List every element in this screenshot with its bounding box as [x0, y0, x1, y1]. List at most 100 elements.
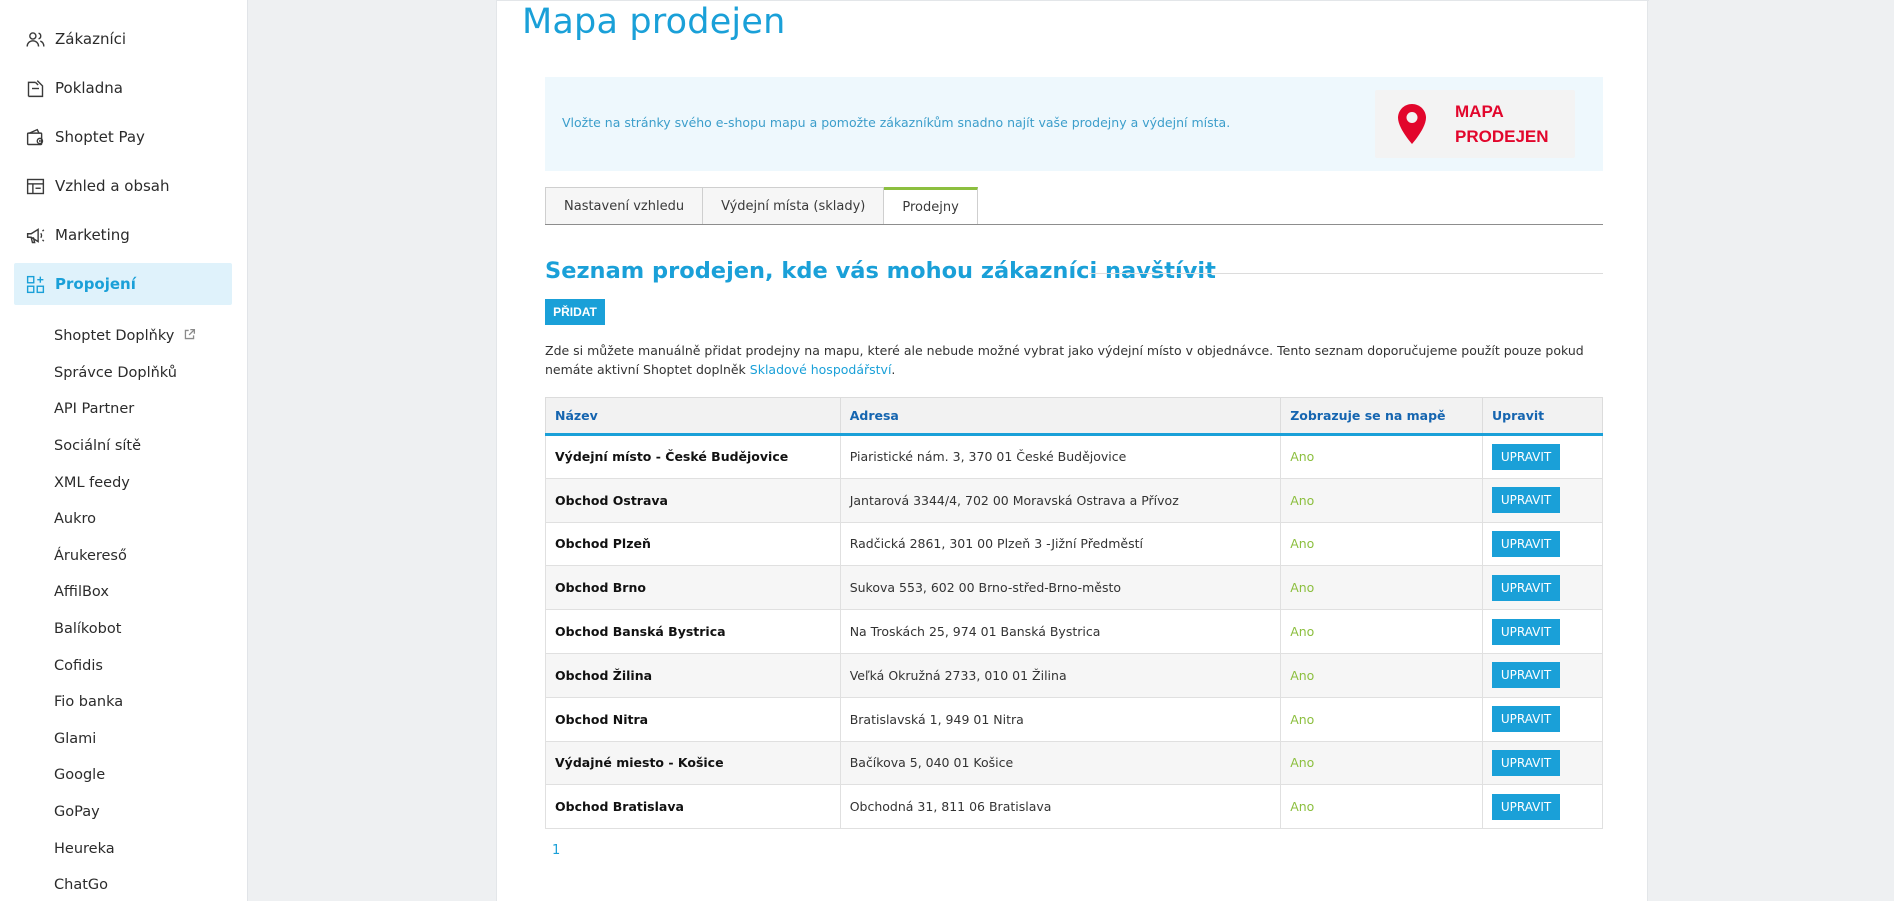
- sidebar-subitem-affilbox[interactable]: AffilBox: [54, 574, 244, 611]
- tab-nastaveni-vzhledu[interactable]: Nastavení vzhledu: [545, 187, 704, 224]
- store-edit-cell: UPRAVIT: [1482, 565, 1603, 611]
- sidebar-item-label: Pokladna: [55, 79, 123, 97]
- sidebar-item-marketing[interactable]: Marketing: [14, 214, 232, 256]
- store-name: Obchod Ostrava: [545, 477, 841, 523]
- section-divider: [1089, 273, 1603, 274]
- sidebar: Zákazníci Pokladna Shoptet Pay Vzhled a …: [0, 0, 248, 901]
- stores-table: Název Adresa Zobrazuje se na mapě Upravi…: [545, 397, 1603, 830]
- store-address: Na Troskách 25, 974 01 Banská Bystrica: [839, 609, 1282, 654]
- column-header-on-map[interactable]: Zobrazuje se na mapě: [1280, 397, 1484, 436]
- divider: [497, 0, 1649, 1]
- sidebar-item-vzhled-a-obsah[interactable]: Vzhled a obsah: [14, 165, 232, 207]
- sidebar-subitem-api-partner[interactable]: API Partner: [54, 391, 244, 428]
- info-banner: Vložte na stránky svého e-shopu mapu a p…: [545, 77, 1603, 171]
- store-name: Obchod Plzeň: [545, 521, 841, 567]
- edit-button[interactable]: UPRAVIT: [1492, 662, 1561, 689]
- tab-prodejny[interactable]: Prodejny: [884, 187, 978, 224]
- main-panel: Mapa prodejen Vložte na stránky svého e-…: [496, 0, 1649, 901]
- tab-vydejni-mista[interactable]: Výdejní místa (sklady): [703, 187, 885, 224]
- sidebar-subitem-aukro[interactable]: Aukro: [54, 501, 244, 538]
- section-title: Seznam prodejen, kde vás mohou zákazníci…: [545, 258, 1216, 284]
- sidebar-subitem-arukereso[interactable]: Árukereső: [54, 538, 244, 575]
- edit-button[interactable]: UPRAVIT: [1492, 530, 1561, 557]
- sidebar-subitem-socialni-site[interactable]: Sociální sítě: [54, 428, 244, 465]
- tab-bar: Nastavení vzhledu Výdejní místa (sklady)…: [545, 187, 1603, 225]
- description-text: Zde si můžete manuálně přidat prodejny n…: [545, 343, 1584, 377]
- edit-button[interactable]: UPRAVIT: [1492, 749, 1561, 776]
- sidebar-item-label: Shoptet Pay: [55, 128, 145, 146]
- warehouse-addon-link[interactable]: Skladové hospodářství: [750, 362, 892, 377]
- sidebar-item-label: Vzhled a obsah: [55, 177, 170, 195]
- edit-button[interactable]: UPRAVIT: [1492, 618, 1561, 645]
- page-title: Mapa prodejen: [522, 2, 786, 42]
- sidebar-subitem-shoptet-doplnky[interactable]: Shoptet Doplňky: [54, 318, 244, 355]
- sidebar-item-zakaznici[interactable]: Zákazníci: [14, 18, 232, 60]
- edit-button[interactable]: UPRAVIT: [1492, 574, 1561, 601]
- store-on-map: Ano: [1280, 652, 1484, 698]
- edit-button[interactable]: UPRAVIT: [1492, 443, 1561, 470]
- column-header-name[interactable]: Název: [545, 397, 841, 436]
- store-name: Výdejní místo - České Budějovice: [545, 434, 841, 479]
- table-row: Obchod Nitra Bratislavská 1, 949 01 Nitr…: [545, 696, 1603, 742]
- sidebar-subitem-google[interactable]: Google: [54, 757, 244, 794]
- table-row: Obchod Bratislava Obchodná 31, 811 06 Br…: [545, 784, 1603, 830]
- store-edit-cell: UPRAVIT: [1482, 434, 1603, 479]
- store-name: Obchod Brno: [545, 565, 841, 611]
- sidebar-subitem-xml-feedy[interactable]: XML feedy: [54, 464, 244, 501]
- sidebar-subitem-chatgo[interactable]: ChatGo: [54, 867, 244, 901]
- sidebar-subitem-label: Google: [54, 767, 106, 784]
- edit-button[interactable]: UPRAVIT: [1492, 793, 1561, 820]
- table-row: Výdajné miesto - Košice Bačíkova 5, 040 …: [545, 740, 1603, 786]
- store-on-map: Ano: [1280, 521, 1484, 567]
- sidebar-item-label: Marketing: [55, 226, 130, 244]
- sidebar-item-propojeni[interactable]: Propojení: [14, 263, 232, 305]
- store-address: Jantarová 3344/4, 702 00 Moravská Ostrav…: [839, 477, 1282, 523]
- megaphone-icon: [24, 224, 46, 246]
- store-name: Obchod Nitra: [545, 696, 841, 742]
- sidebar-subitem-heureka[interactable]: Heureka: [54, 830, 244, 867]
- logo-line-1: MAPA: [1455, 102, 1504, 121]
- sidebar-item-label: Propojení: [55, 275, 136, 293]
- wallet-icon: [24, 126, 46, 148]
- store-name: Obchod Banská Bystrica: [545, 609, 841, 654]
- sidebar-item-pokladna[interactable]: Pokladna: [14, 67, 232, 109]
- store-name: Obchod Bratislava: [545, 784, 841, 830]
- sidebar-subitem-spravce-doplnku[interactable]: Správce Doplňků: [54, 355, 244, 392]
- apps-add-icon: [24, 273, 46, 295]
- sidebar-main-nav: Zákazníci Pokladna Shoptet Pay Vzhled a …: [14, 18, 232, 312]
- add-store-button[interactable]: PŘIDAT: [545, 299, 605, 325]
- sidebar-subitem-label: Správce Doplňků: [54, 364, 177, 381]
- logo-text: MAPA PRODEJEN: [1455, 99, 1549, 149]
- column-header-address[interactable]: Adresa: [839, 397, 1282, 436]
- sidebar-subitem-label: Glami: [54, 730, 97, 747]
- pagination-page-1[interactable]: 1: [552, 843, 560, 858]
- users-icon: [24, 28, 46, 50]
- sidebar-item-shoptet-pay[interactable]: Shoptet Pay: [14, 116, 232, 158]
- store-edit-cell: UPRAVIT: [1482, 740, 1603, 786]
- description-end: .: [891, 361, 896, 377]
- edit-button[interactable]: UPRAVIT: [1492, 706, 1561, 733]
- store-edit-cell: UPRAVIT: [1482, 521, 1603, 567]
- layout-icon: [24, 175, 46, 197]
- column-header-edit: Upravit: [1482, 397, 1603, 436]
- sidebar-subitem-label: ChatGo: [54, 877, 108, 894]
- store-address: Sukova 553, 602 00 Brno-střed-Brno-město: [839, 565, 1282, 611]
- info-text: Vložte na stránky svého e-shopu mapu a p…: [562, 115, 1231, 130]
- sidebar-subitem-label: Sociální sítě: [54, 438, 142, 455]
- store-on-map: Ano: [1280, 609, 1484, 654]
- table-row: Obchod Žilina Veľká Okružná 2733, 010 01…: [545, 652, 1603, 698]
- sidebar-subitem-label: GoPay: [54, 804, 100, 821]
- edit-button[interactable]: UPRAVIT: [1492, 487, 1561, 514]
- sidebar-subitem-fio-banka[interactable]: Fio banka: [54, 684, 244, 721]
- sidebar-subitem-cofidis[interactable]: Cofidis: [54, 647, 244, 684]
- store-name: Výdajné miesto - Košice: [545, 740, 841, 786]
- store-name: Obchod Žilina: [545, 652, 841, 698]
- store-on-map: Ano: [1280, 477, 1484, 523]
- store-on-map: Ano: [1280, 740, 1484, 786]
- store-address: Veľká Okružná 2733, 010 01 Žilina: [839, 652, 1282, 698]
- sidebar-subitem-gopay[interactable]: GoPay: [54, 794, 244, 831]
- sidebar-subitem-label: Fio banka: [54, 694, 124, 711]
- sidebar-subitem-glami[interactable]: Glami: [54, 721, 244, 758]
- sidebar-subitem-label: Aukro: [54, 511, 97, 528]
- sidebar-subitem-balikobot[interactable]: Balíkobot: [54, 611, 244, 648]
